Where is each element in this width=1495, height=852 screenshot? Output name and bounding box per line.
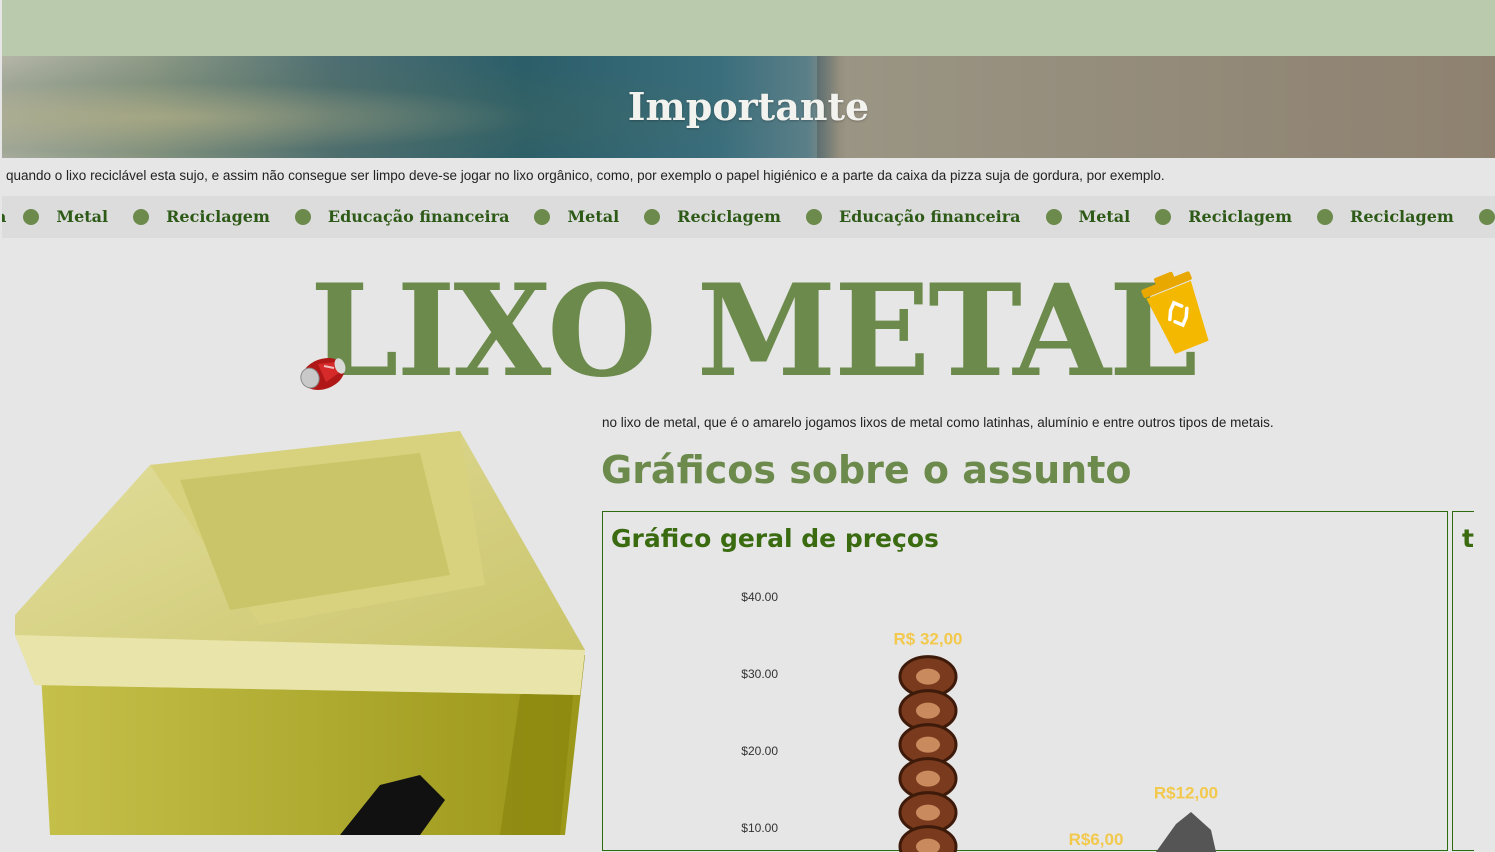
marquee-item: Metal bbox=[56, 207, 166, 226]
marquee-item: Reciclagem bbox=[677, 207, 839, 226]
marquee-item-label: Reciclagem bbox=[166, 207, 270, 226]
marquee-bullet-icon bbox=[644, 208, 661, 225]
marquee-item: Metal bbox=[567, 207, 677, 226]
description-text: no lixo de metal, que é o amarelo jogamo… bbox=[602, 415, 1274, 430]
marquee-bullet-icon bbox=[1317, 208, 1334, 225]
hero-banner: Importante bbox=[2, 56, 1495, 158]
chart-bar bbox=[898, 655, 958, 852]
y-tick-label: $10.00 bbox=[741, 821, 778, 835]
charts-section-title: Gráficos sobre o assunto bbox=[601, 448, 1132, 492]
y-tick-label: $40.00 bbox=[741, 590, 778, 604]
chart-bar bbox=[1156, 812, 1216, 852]
marquee-item: Reciclagem bbox=[1188, 207, 1350, 226]
info-text: quando o lixo reciclável esta sujo, e as… bbox=[6, 168, 1165, 183]
marquee-item: Reciclagem bbox=[166, 207, 328, 226]
top-header-bar bbox=[2, 0, 1495, 56]
marquee-track: a Metal Reciclagem Educação financeira Metal… bbox=[2, 207, 1495, 226]
marquee-item: a bbox=[2, 207, 56, 226]
marquee-bullet-icon bbox=[805, 208, 822, 225]
marquee-item-label: Reciclagem bbox=[677, 207, 781, 226]
marquee-bullet-icon bbox=[23, 208, 40, 225]
second-chart-title: t bbox=[1462, 524, 1474, 553]
bar-data-label: R$12,00 bbox=[1154, 784, 1218, 803]
y-tick-label: $20.00 bbox=[741, 744, 778, 758]
marquee-bullet-icon bbox=[1155, 208, 1172, 225]
hero-title: Importante bbox=[627, 84, 870, 129]
marquee-bullet-icon bbox=[534, 208, 551, 225]
marquee-bullet-icon bbox=[1045, 208, 1062, 225]
marquee-item-label: a bbox=[2, 207, 6, 226]
yellow-trash-bin-icon bbox=[15, 431, 585, 835]
bar-data-label: R$ 32,00 bbox=[894, 630, 963, 649]
marquee-item: Educação financeira bbox=[328, 207, 568, 226]
page-title: LIXO METAL bbox=[310, 257, 1197, 405]
marquee-item: Reciclagem bbox=[1350, 207, 1495, 226]
marquee-item-label: Metal bbox=[1078, 207, 1131, 226]
marquee-item-label: Reciclagem bbox=[1188, 207, 1293, 226]
second-chart-card: t bbox=[1452, 511, 1474, 851]
marquee-item-label: Metal bbox=[567, 207, 620, 226]
marquee-item-label: Educação financeira bbox=[327, 207, 510, 226]
marquee-bullet-icon bbox=[294, 208, 311, 225]
marquee-item-label: Metal bbox=[56, 207, 109, 226]
marquee-item-label: Educação financeira bbox=[838, 207, 1021, 226]
bar-data-label: R$6,00 bbox=[1069, 830, 1124, 849]
marquee-bullet-icon bbox=[133, 208, 150, 225]
topics-marquee: a Metal Reciclagem Educação financeira Metal… bbox=[2, 196, 1495, 238]
marquee-item: Metal bbox=[1079, 207, 1189, 226]
marquee-bullet-icon bbox=[1478, 208, 1495, 225]
marquee-item-label: Reciclagem bbox=[1350, 207, 1454, 226]
y-tick-label: $30.00 bbox=[741, 667, 778, 681]
crushed-can-icon bbox=[300, 358, 346, 390]
marquee-item: Educação financeira bbox=[839, 207, 1079, 226]
price-bar-chart: $10.00 $20.00 $30.00 $40.00 R$ 32,00 R$6,00 R$… bbox=[741, 590, 1218, 852]
yellow-recycling-bin-icon bbox=[1141, 271, 1209, 355]
price-chart-card: Gráfico geral de preços $10.00 $20.00 $30.… bbox=[602, 511, 1448, 852]
